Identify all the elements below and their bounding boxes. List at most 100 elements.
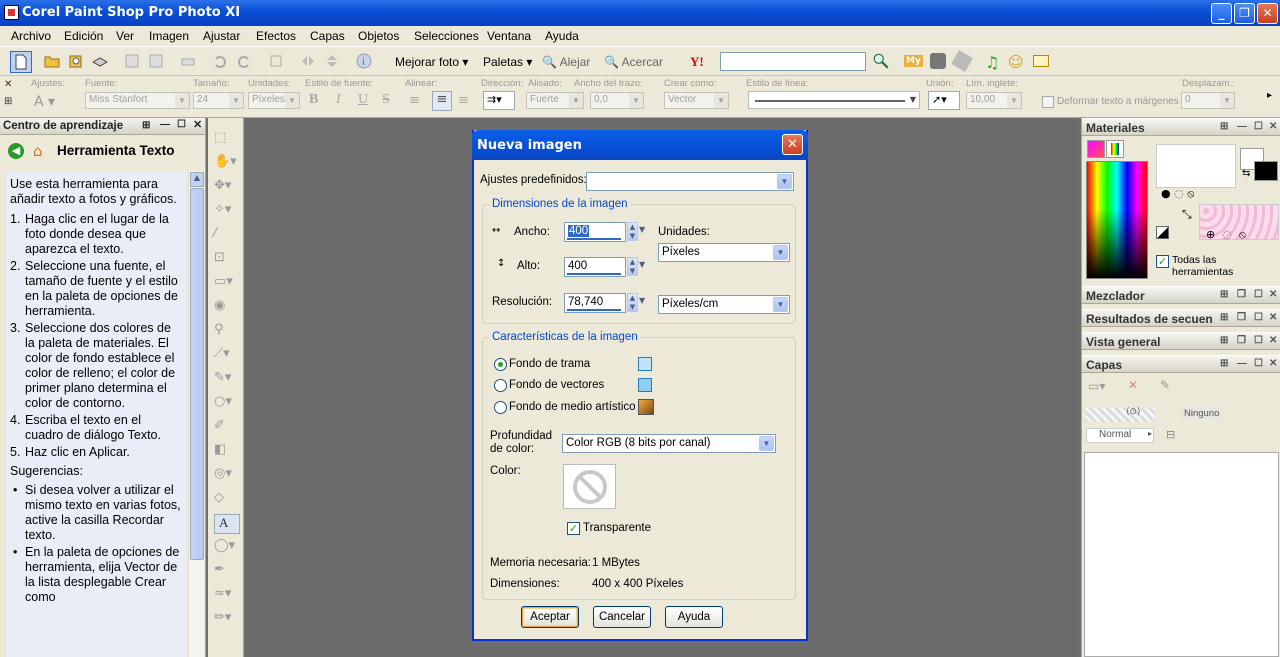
yahoo-icon[interactable]: Y!: [690, 54, 704, 70]
maximize-icon[interactable]: ☐: [1254, 121, 1263, 132]
resolution-units-select[interactable]: Píxeles/cm ▼: [658, 295, 790, 314]
line-style-select[interactable]: ▼: [748, 91, 920, 109]
text-tool-icon[interactable]: A: [214, 514, 240, 534]
layer-properties-icon[interactable]: ✎: [1160, 378, 1170, 392]
italic-button[interactable]: I: [336, 92, 341, 108]
learning-scrollbar[interactable]: ▲: [188, 171, 204, 657]
crosshair-icon[interactable]: ⊕: [1206, 228, 1215, 241]
undo-button[interactable]: [210, 51, 232, 73]
delete-layer-icon[interactable]: ✕: [1128, 378, 1138, 392]
miter-limit-input[interactable]: 10,00 ▼: [966, 92, 1022, 109]
close-options-icon[interactable]: ✕: [4, 79, 12, 90]
layers-list[interactable]: [1084, 452, 1279, 657]
blend-mode-select[interactable]: Normal: [1086, 428, 1154, 443]
minimize-panel-icon[interactable]: —: [160, 119, 170, 130]
all-tools-checkbox[interactable]: ✓: [1156, 255, 1169, 268]
home-icon[interactable]: ⌂: [33, 142, 43, 160]
scratch-tool-icon[interactable]: ⟋▾: [214, 346, 240, 366]
close-icon[interactable]: ✕: [1269, 289, 1277, 300]
menu-ayuda[interactable]: Ayuda: [545, 29, 579, 43]
menu-objetos[interactable]: Objetos: [358, 29, 399, 43]
layer-visibility-icon[interactable]: ⟨⊙⟩: [1126, 407, 1141, 417]
options-more-icon[interactable]: ▸: [1267, 90, 1272, 101]
open-button[interactable]: [42, 51, 64, 73]
close-icon[interactable]: ✕: [1269, 358, 1277, 369]
menu-archivo[interactable]: Archivo: [11, 29, 51, 43]
join-select[interactable]: ➚▾: [928, 91, 960, 110]
foreground-swatch[interactable]: [1156, 144, 1236, 188]
print-button[interactable]: [178, 51, 200, 73]
pin-icon[interactable]: ⊞: [1220, 335, 1228, 346]
mirror-button[interactable]: [298, 51, 320, 73]
picture-tube-icon[interactable]: ◎▾: [214, 466, 240, 486]
overview-header[interactable]: Vista general ⊞ ❐ ☐ ✕: [1082, 332, 1280, 350]
pin-icon[interactable]: ⊞: [142, 120, 150, 131]
redo-button[interactable]: [234, 51, 256, 73]
texture-icon[interactable]: ◌: [1222, 228, 1232, 241]
pan-tool-icon[interactable]: ⬚: [214, 130, 240, 150]
app-icon[interactable]: [4, 5, 19, 20]
pin-options-icon[interactable]: ⊞: [4, 96, 12, 107]
minimize-icon[interactable]: —: [1237, 121, 1247, 132]
width-input[interactable]: 400: [564, 222, 626, 242]
swap-materials-icon[interactable]: ⤡: [1182, 207, 1192, 222]
lock-icon[interactable]: ⊟: [1166, 428, 1175, 441]
save-as-button[interactable]: [146, 51, 168, 73]
maximize-icon[interactable]: ☐: [1254, 312, 1263, 323]
pin-icon[interactable]: ⊞: [1220, 289, 1228, 300]
close-icon[interactable]: ✕: [1269, 335, 1277, 346]
fill-tool-icon[interactable]: ◧: [214, 442, 240, 462]
restore-icon[interactable]: ❐: [1237, 289, 1246, 300]
reset-colors-icon[interactable]: [1156, 226, 1169, 239]
restore-icon[interactable]: ❐: [1237, 335, 1246, 346]
close-button[interactable]: ✕: [1257, 3, 1278, 24]
new-file-button[interactable]: [10, 51, 32, 73]
color-swatch[interactable]: [563, 464, 616, 509]
zoom-out-button[interactable]: 🔍 Alejar: [542, 55, 590, 69]
pin-icon[interactable]: ⊞: [1220, 358, 1228, 369]
rect-select-icon[interactable]: ▭▾: [214, 274, 240, 294]
cancel-button[interactable]: Cancelar: [593, 606, 651, 628]
resolution-spinner[interactable]: ▲ ▼: [627, 293, 638, 312]
stroke-width-input[interactable]: 0,0 ▼: [590, 92, 644, 109]
align-center-icon[interactable]: ≡: [432, 91, 452, 111]
dropper-tool-icon[interactable]: ⁄: [214, 226, 240, 246]
art-brush-icon[interactable]: ✏▾: [214, 610, 240, 630]
swap-colors-icon[interactable]: ⇆: [1242, 168, 1250, 179]
browse-button[interactable]: [66, 51, 88, 73]
gradient-icon[interactable]: ◌: [1174, 187, 1184, 200]
smudge-tool-icon[interactable]: ✐: [214, 418, 240, 438]
bold-button[interactable]: B: [309, 92, 318, 108]
dodge-tool-icon[interactable]: ○▾: [214, 394, 240, 414]
wand-tool-icon[interactable]: ✧▾: [214, 202, 240, 222]
menu-ventana[interactable]: Ventana: [487, 29, 531, 43]
save-button[interactable]: [122, 51, 144, 73]
help-button[interactable]: Ayuda: [665, 606, 723, 628]
menu-imagen[interactable]: Imagen: [149, 29, 189, 43]
pen-tool-icon[interactable]: ✒: [214, 562, 240, 582]
eye-tool-icon[interactable]: ◉: [214, 298, 240, 318]
frame-tab-icon[interactable]: [1087, 140, 1105, 158]
presets-select[interactable]: ▼: [586, 172, 794, 191]
align-left-icon[interactable]: ≡: [409, 93, 420, 108]
menu-capas[interactable]: Capas: [310, 29, 345, 43]
menu-efectos[interactable]: Efectos: [256, 29, 296, 43]
underline-button[interactable]: U: [358, 92, 368, 108]
direction-select[interactable]: ⇉▾: [483, 91, 515, 110]
dialog-close-button[interactable]: ✕: [782, 134, 803, 155]
vector-background-radio[interactable]: [494, 379, 507, 392]
width-spinner[interactable]: ▲ ▼: [627, 222, 638, 241]
close-icon[interactable]: ✕: [1269, 121, 1277, 132]
solid-color-icon[interactable]: ●: [1161, 187, 1171, 200]
font-select[interactable]: Miss Stanfort ▼: [85, 92, 190, 109]
my-yahoo-icon[interactable]: My: [904, 55, 923, 67]
strikethrough-button[interactable]: S: [382, 92, 390, 108]
eraser-tool-icon[interactable]: ◇: [214, 490, 240, 510]
eraser-icon[interactable]: [951, 50, 973, 72]
close-icon[interactable]: ✕: [1269, 312, 1277, 323]
maximize-button[interactable]: ❐: [1234, 3, 1255, 24]
enhance-photo-menu[interactable]: Mejorar foto ▾: [395, 55, 468, 69]
mixer-header[interactable]: Mezclador ⊞ ❐ ☐ ✕: [1082, 286, 1280, 304]
camera-icon[interactable]: [930, 53, 946, 69]
brush-tool-icon[interactable]: ✎▾: [214, 370, 240, 390]
